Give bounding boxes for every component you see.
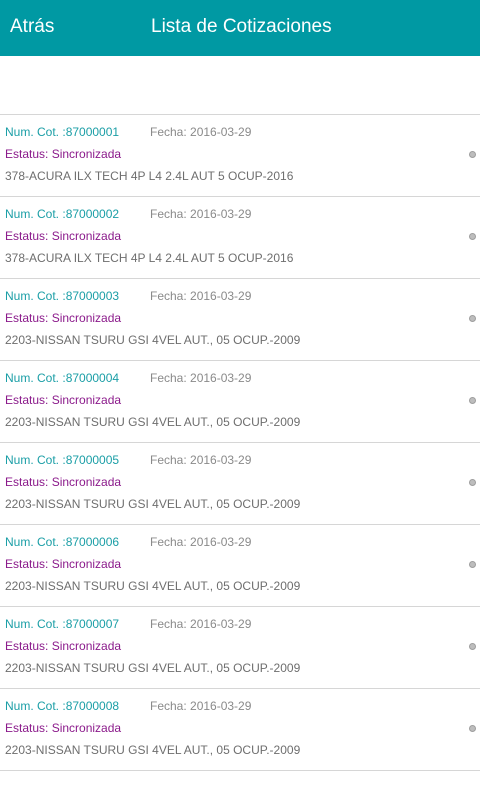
radio-dot-icon bbox=[469, 643, 476, 650]
quote-status: Estatus: Sincronizada bbox=[5, 639, 122, 653]
quote-number-label: Num. Cot. : bbox=[5, 535, 66, 549]
quote-number-label: Num. Cot. : bbox=[5, 289, 66, 303]
radio-dot-icon bbox=[469, 561, 476, 568]
quote-vehicle: 378-ACURA ILX TECH 4P L4 2.4L AUT 5 OCUP… bbox=[5, 169, 294, 183]
quote-number-value: 87000001 bbox=[65, 125, 120, 139]
quote-number: Num. Cot. :87000008 bbox=[5, 699, 119, 713]
radio-dot-icon bbox=[469, 397, 476, 404]
back-button[interactable]: Atrás bbox=[10, 15, 54, 39]
quote-number-value: 87000004 bbox=[65, 371, 120, 385]
quote-number: Num. Cot. :87000002 bbox=[5, 207, 119, 221]
radio-dot-icon bbox=[469, 479, 476, 486]
quote-status: Estatus: Sincronizada bbox=[5, 393, 122, 407]
quote-number: Num. Cot. :87000007 bbox=[5, 617, 119, 631]
quote-date: Fecha: 2016-03-29 bbox=[150, 453, 252, 467]
quote-number-label: Num. Cot. : bbox=[5, 207, 66, 221]
radio-dot-icon bbox=[469, 151, 476, 158]
quote-number-value: 87000003 bbox=[65, 289, 120, 303]
quote-number-value: 87000008 bbox=[65, 699, 120, 713]
quote-vehicle: 378-ACURA ILX TECH 4P L4 2.4L AUT 5 OCUP… bbox=[5, 251, 294, 265]
quote-vehicle: 2203-NISSAN TSURU GSI 4VEL AUT., 05 OCUP… bbox=[5, 579, 301, 593]
quote-date: Fecha: 2016-03-29 bbox=[150, 699, 252, 713]
quote-status: Estatus: Sincronizada bbox=[5, 147, 122, 161]
quote-status: Estatus: Sincronizada bbox=[5, 475, 122, 489]
list-item[interactable]: Num. Cot. :87000006 Fecha: 2016-03-29 Es… bbox=[0, 525, 480, 607]
quote-number-value: 87000007 bbox=[65, 617, 120, 631]
quote-number: Num. Cot. :87000005 bbox=[5, 453, 119, 467]
quote-number-label: Num. Cot. : bbox=[5, 371, 66, 385]
list-item[interactable]: Num. Cot. :87000002 Fecha: 2016-03-29 Es… bbox=[0, 197, 480, 279]
quote-date: Fecha: 2016-03-29 bbox=[150, 125, 252, 139]
quote-status: Estatus: Sincronizada bbox=[5, 311, 122, 325]
quote-status: Estatus: Sincronizada bbox=[5, 721, 122, 735]
quote-vehicle: 2203-NISSAN TSURU GSI 4VEL AUT., 05 OCUP… bbox=[5, 415, 301, 429]
quote-number-label: Num. Cot. : bbox=[5, 617, 66, 631]
quote-status: Estatus: Sincronizada bbox=[5, 229, 122, 243]
list-item[interactable]: Num. Cot. :87000008 Fecha: 2016-03-29 Es… bbox=[0, 689, 480, 771]
list-item[interactable]: Num. Cot. :87000004 Fecha: 2016-03-29 Es… bbox=[0, 361, 480, 443]
app-bar: Atrás Lista de Cotizaciones bbox=[0, 0, 480, 56]
quote-vehicle: 2203-NISSAN TSURU GSI 4VEL AUT., 05 OCUP… bbox=[5, 333, 301, 347]
quote-number-value: 87000005 bbox=[65, 453, 120, 467]
list-item[interactable]: Num. Cot. :87000003 Fecha: 2016-03-29 Es… bbox=[0, 279, 480, 361]
quote-vehicle: 2203-NISSAN TSURU GSI 4VEL AUT., 05 OCUP… bbox=[5, 661, 301, 675]
quotes-list: Num. Cot. :87000001 Fecha: 2016-03-29 Es… bbox=[0, 114, 480, 771]
list-item[interactable]: Num. Cot. :87000001 Fecha: 2016-03-29 Es… bbox=[0, 115, 480, 197]
quote-number: Num. Cot. :87000003 bbox=[5, 289, 119, 303]
quote-number: Num. Cot. :87000004 bbox=[5, 371, 119, 385]
quote-number-value: 87000002 bbox=[65, 207, 120, 221]
quote-vehicle: 2203-NISSAN TSURU GSI 4VEL AUT., 05 OCUP… bbox=[5, 743, 301, 757]
quote-number: Num. Cot. :87000001 bbox=[5, 125, 119, 139]
radio-dot-icon bbox=[469, 725, 476, 732]
quote-date: Fecha: 2016-03-29 bbox=[150, 535, 252, 549]
quote-date: Fecha: 2016-03-29 bbox=[150, 617, 252, 631]
quote-date: Fecha: 2016-03-29 bbox=[150, 289, 252, 303]
list-item[interactable]: Num. Cot. :87000005 Fecha: 2016-03-29 Es… bbox=[0, 443, 480, 525]
quote-date: Fecha: 2016-03-29 bbox=[150, 207, 252, 221]
list-item[interactable]: Num. Cot. :87000007 Fecha: 2016-03-29 Es… bbox=[0, 607, 480, 689]
radio-dot-icon bbox=[469, 233, 476, 240]
quote-date: Fecha: 2016-03-29 bbox=[150, 371, 252, 385]
page-title: Lista de Cotizaciones bbox=[151, 16, 332, 37]
quote-number: Num. Cot. :87000006 bbox=[5, 535, 119, 549]
quote-number-label: Num. Cot. : bbox=[5, 125, 66, 139]
quote-number-value: 87000006 bbox=[65, 535, 120, 549]
quote-status: Estatus: Sincronizada bbox=[5, 557, 122, 571]
radio-dot-icon bbox=[469, 315, 476, 322]
quote-number-label: Num. Cot. : bbox=[5, 699, 66, 713]
quote-number-label: Num. Cot. : bbox=[5, 453, 66, 467]
quote-vehicle: 2203-NISSAN TSURU GSI 4VEL AUT., 05 OCUP… bbox=[5, 497, 301, 511]
